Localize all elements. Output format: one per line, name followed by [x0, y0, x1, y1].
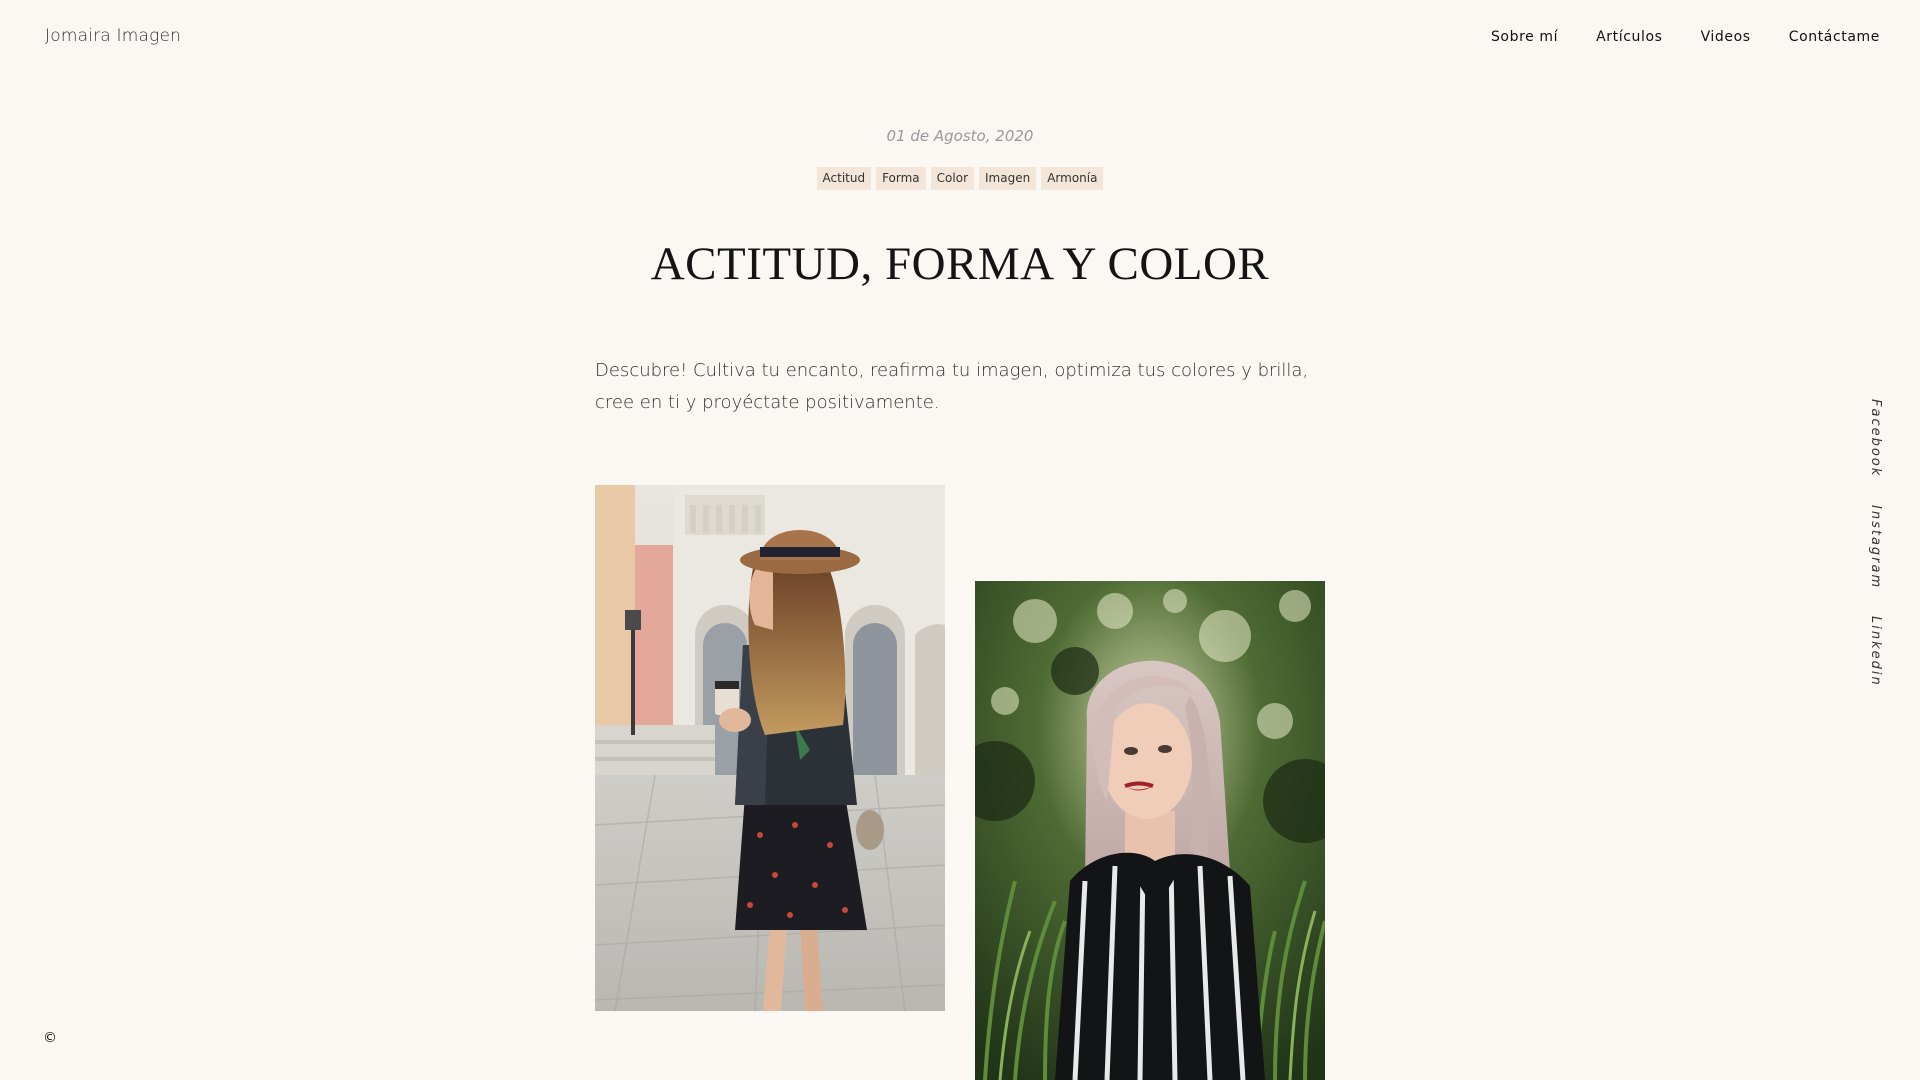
article-photo-street — [595, 485, 945, 1011]
tag-list: Actitud Forma Color Imagen Armonía — [0, 167, 1920, 190]
nav-item-sobre-mi[interactable]: Sobre mí — [1491, 29, 1558, 45]
social-link-facebook[interactable]: Facebook — [1868, 399, 1883, 477]
article-title: ACTITUD, FORMA Y COLOR — [650, 238, 1270, 290]
copyright-symbol: © — [43, 1030, 57, 1046]
main-nav: Sobre mí Artículos Videos Contáctame — [1491, 29, 1880, 45]
article-photo-portrait — [975, 581, 1325, 1080]
tag-color[interactable]: Color — [930, 167, 975, 190]
nav-item-contactame[interactable]: Contáctame — [1789, 29, 1880, 45]
tag-actitud[interactable]: Actitud — [816, 167, 872, 190]
tag-forma[interactable]: Forma — [876, 167, 926, 190]
brand-logo-link[interactable]: Jomaira Imagen — [45, 26, 181, 46]
nav-item-articulos[interactable]: Artículos — [1596, 29, 1662, 45]
tag-armonia[interactable]: Armonía — [1041, 167, 1104, 190]
article-intro: Descubre! Cultiva tu encanto, reafirma t… — [595, 360, 1309, 413]
article-date: 01 de Agosto, 2020 — [886, 127, 1034, 145]
social-link-linkedin[interactable]: Linkedin — [1868, 616, 1883, 687]
tag-imagen[interactable]: Imagen — [979, 167, 1037, 190]
social-link-instagram[interactable]: Instagram — [1868, 505, 1883, 589]
nav-item-videos[interactable]: Videos — [1701, 29, 1751, 45]
